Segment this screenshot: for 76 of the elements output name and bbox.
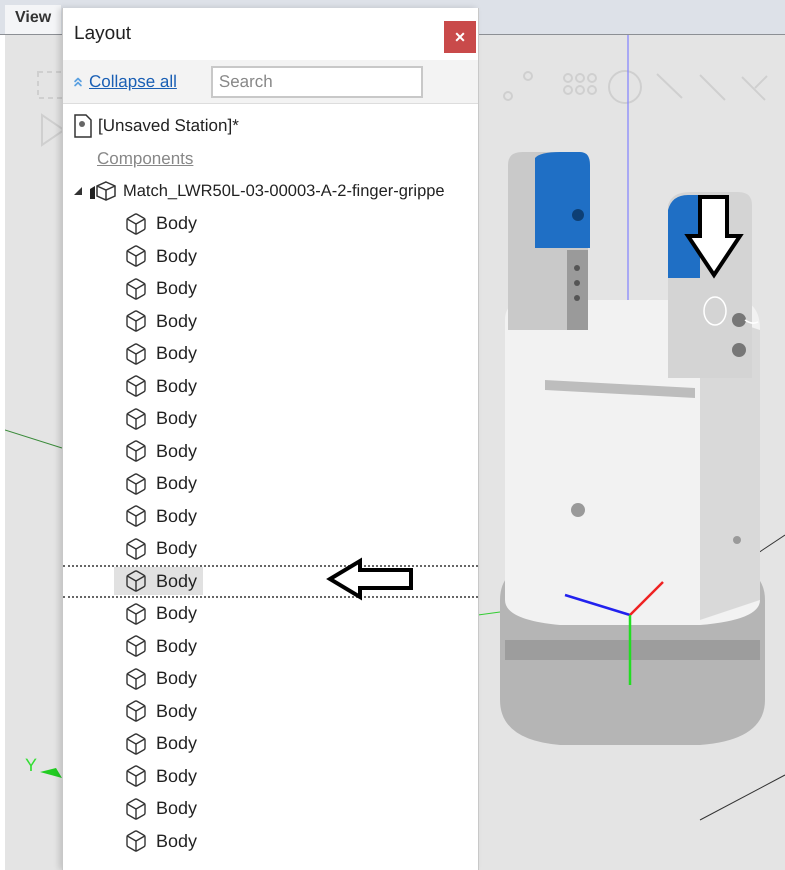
cube-icon xyxy=(124,244,148,268)
cube-icon xyxy=(124,309,148,334)
cube-icon xyxy=(124,504,148,528)
tree-item[interactable]: Body xyxy=(114,502,204,530)
grid-line xyxy=(478,612,500,616)
tree-item[interactable]: Body xyxy=(114,437,204,466)
tree-item[interactable]: Body xyxy=(114,372,204,400)
cube-icon xyxy=(124,276,148,301)
tree-item[interactable]: Body xyxy=(114,632,204,660)
cube-icon xyxy=(124,569,148,594)
cube-icon xyxy=(124,666,148,691)
tree-row[interactable]: Body xyxy=(63,240,478,272)
document-icon xyxy=(74,114,92,138)
tree-row[interactable]: Body xyxy=(63,598,478,630)
tree-row[interactable]: Body xyxy=(63,402,478,435)
tree-item[interactable]: Body xyxy=(114,567,204,596)
axis-label: Y xyxy=(25,755,38,776)
tree-row[interactable]: Body xyxy=(63,338,478,370)
tree-row[interactable]: Body xyxy=(63,370,478,402)
expand-icon[interactable] xyxy=(73,186,83,196)
collapse-all-link[interactable]: Collapse all xyxy=(71,72,177,92)
tree-item[interactable]: Body xyxy=(114,242,204,270)
cube-icon xyxy=(124,342,148,366)
tree-item[interactable]: Body xyxy=(114,210,204,238)
tree-row[interactable]: Body xyxy=(63,662,478,695)
axis-arrow-icon xyxy=(40,768,62,778)
grid-line xyxy=(5,430,62,448)
cube-icon xyxy=(124,602,148,626)
cube-icon xyxy=(124,472,148,496)
tree-row[interactable]: Body xyxy=(63,305,478,338)
cube-icon xyxy=(124,796,148,821)
panel-title: Layout xyxy=(74,23,132,45)
tree-row[interactable]: Body xyxy=(63,825,478,858)
tree-item[interactable]: Body xyxy=(114,274,204,303)
close-button[interactable]: × xyxy=(444,21,476,53)
tree-row[interactable]: Body xyxy=(63,468,478,500)
tree-item[interactable]: Body xyxy=(114,340,204,368)
cube-icon xyxy=(124,764,148,788)
tree-row[interactable]: Body xyxy=(63,792,478,825)
tree-item[interactable]: Body xyxy=(114,534,204,563)
station-label[interactable]: [Unsaved Station]* xyxy=(98,116,239,136)
components-heading: Components xyxy=(97,148,194,169)
tree-row[interactable]: Body xyxy=(63,532,478,565)
tree-row[interactable]: Body xyxy=(63,630,478,662)
cube-icon xyxy=(124,374,148,398)
cube-icon xyxy=(124,536,148,561)
cube-icon xyxy=(124,634,148,658)
cube-icon xyxy=(124,212,148,236)
tree-item[interactable]: Body xyxy=(114,697,204,726)
tree-item[interactable]: Body xyxy=(114,470,204,498)
tree-item[interactable]: Body xyxy=(114,730,204,758)
view-tab[interactable]: View xyxy=(5,5,62,34)
tree-row[interactable]: Body xyxy=(63,500,478,532)
double-chevron-icon xyxy=(71,74,85,88)
cube-icon xyxy=(124,732,148,756)
tree-row[interactable]: Body xyxy=(63,728,478,760)
circle-mark xyxy=(703,296,758,326)
tree-item[interactable]: Body xyxy=(114,404,204,433)
tree-item[interactable]: Body xyxy=(114,762,204,790)
cube-icon xyxy=(124,439,148,464)
tree-row[interactable]: Body xyxy=(63,695,478,728)
cube-icon xyxy=(124,699,148,724)
tree-item[interactable]: Body xyxy=(114,794,204,823)
part-icon xyxy=(89,181,117,202)
tree-item[interactable]: Body xyxy=(114,827,204,856)
tree-item[interactable]: Body xyxy=(114,600,204,628)
search-field[interactable]: Search xyxy=(210,66,423,98)
tree-item[interactable]: Body xyxy=(114,664,204,693)
tree-item[interactable]: Body xyxy=(114,307,204,336)
cube-icon xyxy=(124,406,148,431)
tree-row[interactable]: Body xyxy=(63,272,478,305)
tree-row[interactable]: Body xyxy=(63,760,478,792)
tree-row[interactable]: Body xyxy=(63,435,478,468)
cube-icon xyxy=(124,829,148,854)
component-label[interactable]: Match_LWR50L-03-00003-A-2-finger-grippe xyxy=(123,182,445,201)
tree-row[interactable]: Body xyxy=(63,208,478,240)
